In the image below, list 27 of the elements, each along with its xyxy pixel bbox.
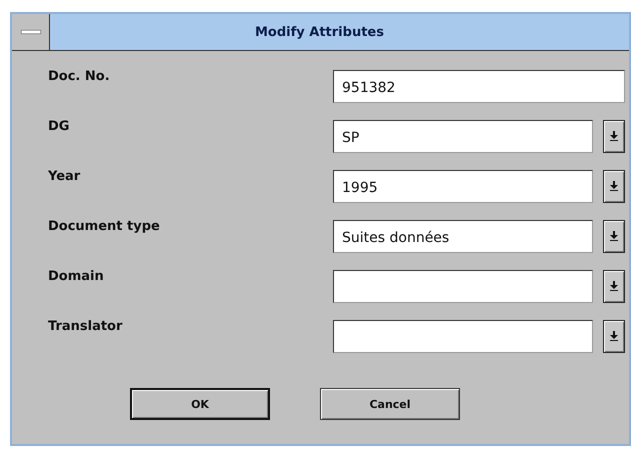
field-label: Domain [48, 268, 105, 284]
down-arrow-icon [610, 281, 618, 291]
dropdown-button[interactable] [603, 120, 625, 152]
dropdown-button[interactable] [603, 320, 625, 352]
combo-field[interactable]: 1995 [333, 170, 593, 202]
down-arrow-icon [610, 131, 618, 141]
field-label: Translator [48, 318, 124, 334]
field-label: Doc. No. [48, 68, 111, 84]
combo-field[interactable]: SP [333, 120, 593, 152]
minus-icon [20, 30, 40, 34]
window-title: Modify Attributes [254, 24, 385, 40]
down-arrow-icon [610, 181, 618, 191]
system-menu-button[interactable] [12, 14, 50, 50]
dropdown-button[interactable] [603, 170, 625, 202]
dialog-button[interactable]: Cancel [320, 388, 460, 420]
input-field[interactable]: 951382 [333, 70, 625, 102]
field-label: Document type [48, 218, 161, 234]
field-label: Year [48, 168, 82, 184]
dropdown-button[interactable] [603, 220, 625, 252]
dialog-button[interactable]: OK [130, 388, 270, 420]
down-arrow-icon [610, 231, 618, 241]
combo-field[interactable]: Suites données [333, 220, 593, 252]
dropdown-button[interactable] [603, 270, 625, 302]
combo-field[interactable] [333, 270, 593, 302]
combo-field[interactable] [333, 320, 593, 352]
field-label: DG [48, 118, 70, 134]
down-arrow-icon [610, 331, 618, 341]
